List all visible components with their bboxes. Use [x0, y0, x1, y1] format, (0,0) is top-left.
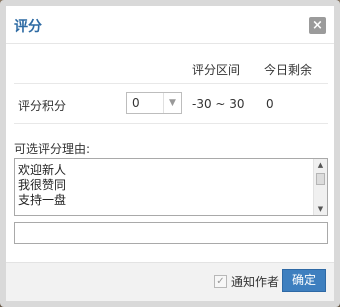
reason-listbox[interactable]: 欢迎新人 我很赞同 支持一盘 ▲ ▼: [14, 158, 328, 216]
reason-input[interactable]: [14, 222, 328, 244]
reason-option[interactable]: 支持一盘: [15, 193, 66, 208]
reason-option[interactable]: 我很赞同: [15, 178, 66, 193]
dialog-footer: ✓ 通知作者 确定: [6, 262, 334, 301]
confirm-button[interactable]: 确定: [282, 269, 326, 292]
score-remaining: 0: [266, 97, 274, 111]
dialog-title: 评分: [14, 19, 42, 35]
dialog-titlebar: 评分 ×: [6, 6, 334, 44]
scroll-down-icon[interactable]: ▼: [314, 203, 327, 215]
score-table-header: 评分区间 今日剩余: [14, 52, 328, 84]
notify-checkbox[interactable]: ✓: [213, 274, 227, 288]
notify-author[interactable]: ✓ 通知作者: [213, 273, 279, 289]
remaining-header: 今日剩余: [264, 63, 313, 77]
scroll-thumb[interactable]: [316, 173, 325, 185]
score-table: 评分区间 今日剩余 评分积分 0 ▼ -30 ~ 30 0: [14, 52, 328, 124]
score-select[interactable]: 0 ▼: [126, 92, 182, 114]
close-button[interactable]: ×: [309, 17, 326, 34]
score-row: 评分积分 0 ▼ -30 ~ 30 0: [14, 84, 328, 124]
scroll-up-icon[interactable]: ▲: [314, 159, 327, 171]
notify-label: 通知作者: [230, 274, 279, 289]
rating-dialog: 评分 × 评分区间 今日剩余 评分积分 0 ▼ -30 ~ 30 0 可选评分理…: [0, 0, 340, 307]
reason-option[interactable]: 欢迎新人: [15, 163, 66, 178]
score-range: -30 ~ 30: [192, 97, 245, 111]
range-header: 评分区间: [192, 63, 241, 77]
reason-scrollbar[interactable]: ▲ ▼: [313, 159, 327, 215]
score-label: 评分积分: [18, 99, 67, 113]
chevron-down-icon[interactable]: ▼: [163, 93, 181, 113]
score-select-value: 0: [132, 96, 140, 110]
close-icon: ×: [312, 18, 323, 33]
reason-label: 可选评分理由:: [14, 142, 91, 156]
